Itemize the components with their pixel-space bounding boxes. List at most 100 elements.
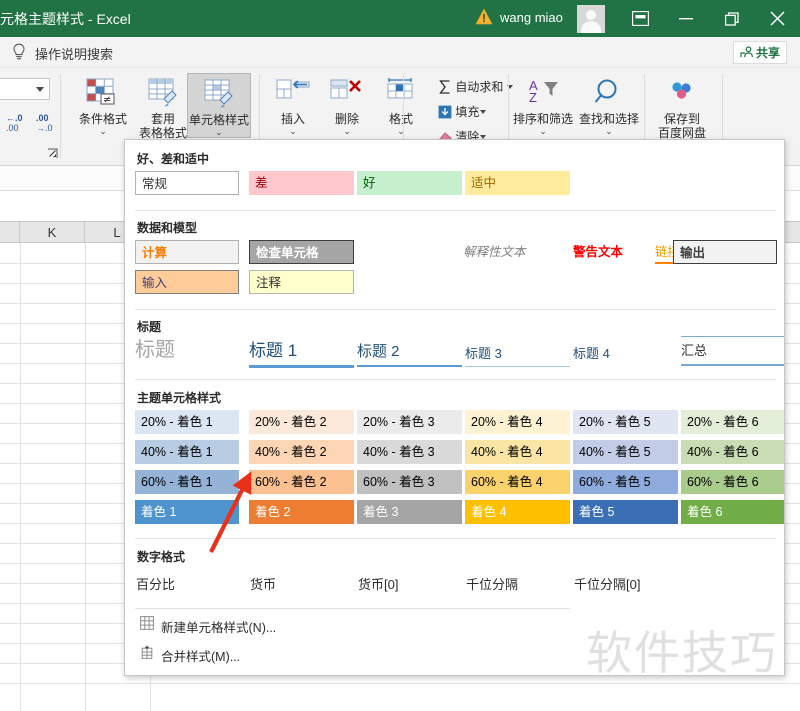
- svg-text:Z: Z: [529, 90, 537, 105]
- account-name[interactable]: wang miao: [500, 10, 563, 25]
- column-header-partial[interactable]: [0, 222, 20, 243]
- swatch-label: 警告文本: [573, 245, 624, 259]
- style-swatch-accent20-2[interactable]: 20% - 着色 2: [249, 410, 354, 434]
- style-swatch-currency-zero[interactable]: 货币[0]: [358, 574, 398, 593]
- format-cells-label: 格式: [388, 112, 413, 126]
- style-swatch-check-cell[interactable]: 检查单元格: [249, 240, 354, 264]
- style-swatch-good[interactable]: 好: [357, 171, 462, 195]
- conditional-formatting-label: 条件格式: [78, 112, 127, 126]
- style-swatch-accent-2[interactable]: 着色 2: [249, 500, 354, 524]
- style-swatch-accent40-5[interactable]: 40% - 着色 5: [573, 440, 678, 464]
- user-avatar-icon[interactable]: [577, 5, 605, 33]
- style-swatch-heading-1[interactable]: 标题 1: [249, 338, 354, 368]
- insert-cells-button[interactable]: 插入 ⌄: [266, 73, 320, 136]
- style-swatch-heading-3[interactable]: 标题 3: [465, 343, 570, 367]
- number-format-combo[interactable]: [0, 78, 50, 100]
- format-cells-button[interactable]: 格式 ⌄: [374, 73, 428, 136]
- style-swatch-heading-4[interactable]: 标题 4: [573, 343, 678, 367]
- share-label: 共享: [756, 46, 781, 60]
- style-swatch-accent20-4[interactable]: 20% - 着色 4: [465, 410, 570, 434]
- style-swatch-output[interactable]: 输出: [673, 240, 777, 264]
- style-swatch-calculation[interactable]: 计算: [135, 240, 239, 264]
- style-swatch-accent-1[interactable]: 着色 1: [135, 500, 239, 524]
- style-swatch-percent[interactable]: 百分比: [136, 574, 175, 593]
- number-dialog-launcher[interactable]: [47, 148, 58, 159]
- close-button[interactable]: [755, 0, 800, 37]
- swatch-label: 60% - 着色 1: [141, 475, 213, 489]
- style-swatch-accent20-3[interactable]: 20% - 着色 3: [357, 410, 462, 434]
- baidu-netdisk-button[interactable]: 保存到 百度网盘: [650, 73, 714, 140]
- swatch-label: 常规: [142, 177, 168, 191]
- style-swatch-comma[interactable]: 千位分隔: [466, 574, 518, 593]
- cell-styles-button[interactable]: 单元格样式 ⌄: [187, 73, 251, 138]
- swatch-label: 40% - 着色 1: [141, 445, 213, 459]
- increase-decimal-button[interactable]: .00 →.0: [36, 113, 53, 133]
- section-title-titles: 标题: [137, 320, 162, 334]
- style-swatch-accent40-6[interactable]: 40% - 着色 6: [681, 440, 784, 464]
- style-swatch-accent60-3[interactable]: 60% - 着色 3: [357, 470, 462, 494]
- chevron-down-icon[interactable]: [480, 110, 486, 114]
- style-swatch-accent40-1[interactable]: 40% - 着色 1: [135, 440, 239, 464]
- share-button[interactable]: 共享: [733, 41, 788, 64]
- style-swatch-accent-3[interactable]: 着色 3: [357, 500, 462, 524]
- swatch-label: 标题 3: [465, 346, 502, 361]
- restore-button[interactable]: [709, 0, 755, 37]
- style-swatch-total[interactable]: 汇总: [681, 336, 784, 366]
- section-divider: [135, 309, 776, 310]
- chevron-down-icon: ⌄: [289, 126, 297, 136]
- cell-styles-icon: [188, 78, 250, 110]
- fill-button[interactable]: 填充: [438, 103, 479, 120]
- swatch-label: 输出: [680, 246, 706, 260]
- style-swatch-explanatory-text[interactable]: 解释性文本: [465, 240, 570, 264]
- merge-styles-menu-item[interactable]: 合并样式(M)...: [161, 646, 240, 665]
- swatch-label: 40% - 着色 6: [687, 445, 759, 459]
- style-swatch-accent-6[interactable]: 着色 6: [681, 500, 784, 524]
- sigma-icon: [439, 80, 450, 94]
- style-swatch-comma-zero[interactable]: 千位分隔[0]: [574, 574, 640, 593]
- swatch-label: 着色 6: [687, 505, 723, 519]
- style-swatch-accent20-1[interactable]: 20% - 着色 1: [135, 410, 239, 434]
- style-swatch-accent40-2[interactable]: 40% - 着色 2: [249, 440, 354, 464]
- style-swatch-accent60-4[interactable]: 60% - 着色 4: [465, 470, 570, 494]
- style-swatch-input[interactable]: 输入: [135, 270, 239, 294]
- new-cell-style-menu-item[interactable]: 新建单元格样式(N)...: [161, 617, 276, 636]
- tell-me-input[interactable]: 操作说明搜索: [35, 44, 113, 63]
- style-swatch-currency[interactable]: 货币: [250, 574, 276, 593]
- ribbon-display-options-icon[interactable]: [617, 0, 663, 37]
- style-swatch-accent60-6[interactable]: 60% - 着色 6: [681, 470, 784, 494]
- style-swatch-bad[interactable]: 差: [249, 171, 354, 195]
- find-select-button[interactable]: 查找和选择 ⌄: [576, 73, 642, 136]
- column-header-K[interactable]: K: [20, 222, 85, 243]
- swatch-label: 40% - 着色 4: [471, 445, 543, 459]
- swatch-label: 60% - 着色 2: [255, 475, 327, 489]
- style-swatch-accent60-1[interactable]: 60% - 着色 1: [135, 470, 239, 494]
- style-swatch-accent20-6[interactable]: 20% - 着色 6: [681, 410, 784, 434]
- style-swatch-accent-5[interactable]: 着色 5: [573, 500, 678, 524]
- style-swatch-title[interactable]: 标题: [135, 335, 240, 367]
- style-swatch-heading-2[interactable]: 标题 2: [357, 340, 462, 367]
- style-swatch-neutral[interactable]: 适中: [465, 171, 570, 195]
- style-swatch-accent60-2[interactable]: 60% - 着色 2: [249, 470, 354, 494]
- style-swatch-note[interactable]: 注释: [249, 270, 354, 294]
- format-as-table-icon: [135, 77, 191, 109]
- autosum-button[interactable]: 自动求和: [438, 78, 503, 95]
- style-swatch-accent60-5[interactable]: 60% - 着色 5: [573, 470, 678, 494]
- minimize-button[interactable]: [663, 0, 709, 37]
- style-swatch-normal[interactable]: 常规: [135, 171, 239, 195]
- style-swatch-accent20-5[interactable]: 20% - 着色 5: [573, 410, 678, 434]
- style-swatch-accent40-4[interactable]: 40% - 着色 4: [465, 440, 570, 464]
- new-cell-style-icon: [140, 616, 154, 630]
- swatch-label: 标题 1: [249, 341, 298, 360]
- sort-filter-button[interactable]: A Z 排序和筛选 ⌄: [512, 73, 574, 136]
- delete-cells-button[interactable]: 删除 ⌄: [320, 73, 374, 136]
- style-swatch-accent-4[interactable]: 着色 4: [465, 500, 570, 524]
- swatch-label: 汇总: [681, 343, 708, 358]
- swatch-label: 60% - 着色 3: [363, 475, 435, 489]
- swatch-label: 着色 4: [471, 505, 507, 519]
- style-swatch-accent40-3[interactable]: 40% - 着色 3: [357, 440, 462, 464]
- format-as-table-button[interactable]: 套用 表格格式 ⌄: [135, 73, 193, 140]
- chevron-down-icon: ⌄: [215, 127, 223, 137]
- decrease-decimal-button[interactable]: ←.0.00: [6, 113, 23, 133]
- conditional-formatting-button[interactable]: ≠ 条件格式 ⌄: [72, 73, 134, 136]
- lightbulb-icon: [13, 43, 25, 60]
